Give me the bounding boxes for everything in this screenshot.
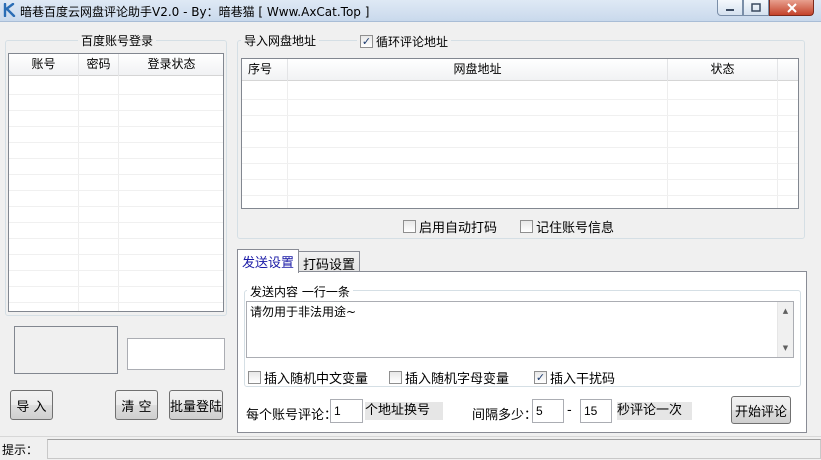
loop-address-label: 循环评论地址 — [376, 35, 449, 49]
import-address-title: 导入网盘地址 — [241, 32, 320, 49]
auto-captcha-label: 启用自动打码 — [419, 221, 498, 236]
column-password[interactable]: 密码 — [79, 54, 119, 76]
status-message-cell — [47, 439, 821, 459]
send-content-textarea[interactable]: 请勿用于非法用途~ — [246, 301, 794, 358]
insert-noise-label: 插入干扰码 — [550, 372, 616, 387]
grid-line — [9, 110, 223, 111]
grid-line — [242, 179, 798, 180]
grid-line — [242, 163, 798, 164]
grid-line — [9, 286, 223, 287]
checkmark-icon: ✓ — [535, 371, 546, 384]
tab-captcha-settings[interactable]: 打码设置 — [298, 251, 361, 273]
column-index[interactable]: 序号 — [242, 59, 288, 81]
account-list-header: 账号 密码 登录状态 — [9, 54, 223, 76]
status-label: 提示： — [2, 443, 39, 457]
scroll-up-icon[interactable]: ▲ — [778, 304, 793, 318]
grid-line — [9, 222, 223, 223]
address-list[interactable]: 序号 网盘地址 状态 — [241, 58, 799, 209]
close-button[interactable] — [769, 0, 814, 16]
interval-min-input[interactable] — [532, 399, 564, 423]
loop-address-check-box[interactable]: ✓ — [360, 35, 373, 48]
title-bar[interactable]: 暗巷百度云网盘评论助手V2.0 - By：暗巷猫 [ Www.AxCat.Top… — [0, 0, 821, 22]
content-scrollbar[interactable]: ▲ ▼ — [777, 302, 793, 357]
grid-line — [9, 270, 223, 271]
interval-label: 间隔多少： — [472, 408, 538, 423]
grid-line — [9, 158, 223, 159]
grid-line — [78, 76, 79, 311]
insert-noise-check-box[interactable]: ✓ — [534, 371, 547, 384]
grid-line — [242, 99, 798, 100]
maximize-icon — [751, 3, 761, 12]
grid-line — [9, 206, 223, 207]
captcha-input[interactable] — [127, 338, 225, 370]
grid-line — [667, 81, 668, 208]
window-title: 暗巷百度云网盘评论助手V2.0 - By：暗巷猫 [ Www.AxCat.Top… — [20, 5, 370, 19]
remember-account-label: 记住账号信息 — [536, 221, 615, 236]
insert-letter-var-check-box[interactable] — [389, 371, 402, 384]
column-status[interactable]: 状态 — [668, 59, 778, 81]
account-login-title: 百度账号登录 — [78, 32, 157, 49]
grid-line — [287, 81, 288, 208]
grid-line — [9, 174, 223, 175]
column-address[interactable]: 网盘地址 — [288, 59, 668, 81]
app-k-icon — [3, 3, 16, 17]
loop-address-checkbox[interactable]: ✓ 循环评论地址 — [357, 33, 452, 50]
grid-line — [9, 254, 223, 255]
insert-letter-var-checkbox[interactable]: 插入随机字母变量 — [389, 368, 509, 387]
tab-send-settings[interactable]: 发送设置 — [237, 249, 300, 273]
status-bar: 提示： — [0, 436, 821, 460]
grid-line — [242, 115, 798, 116]
address-list-header: 序号 网盘地址 状态 — [242, 59, 798, 81]
account-list[interactable]: 账号 密码 登录状态 — [8, 53, 224, 312]
auto-captcha-check-box[interactable] — [403, 220, 416, 233]
per-account-input[interactable] — [330, 399, 363, 423]
remember-account-checkbox[interactable]: 记住账号信息 — [520, 217, 614, 236]
insert-noise-checkbox[interactable]: ✓ 插入干扰码 — [534, 368, 615, 387]
grid-line — [242, 147, 798, 148]
grid-line — [118, 76, 119, 311]
grid-line — [9, 238, 223, 239]
clear-accounts-button[interactable]: 清 空 — [115, 390, 158, 420]
import-accounts-button[interactable]: 导 入 — [10, 390, 53, 420]
column-login-status[interactable]: 登录状态 — [119, 54, 223, 76]
grid-line — [9, 142, 223, 143]
grid-line — [9, 126, 223, 127]
per-account-label: 每个账号评论： — [246, 408, 338, 423]
checkmark-icon: ✓ — [361, 35, 372, 48]
interval-separator: - — [567, 403, 572, 418]
insert-cn-var-checkbox[interactable]: 插入随机中文变量 — [248, 368, 368, 387]
per-account-suffix: 个地址换号 — [365, 402, 443, 420]
insert-letter-var-label: 插入随机字母变量 — [405, 372, 510, 387]
insert-cn-var-label: 插入随机中文变量 — [264, 372, 369, 387]
minimize-icon — [726, 8, 734, 11]
close-icon — [786, 2, 797, 13]
interval-suffix: 秒评论一次 — [617, 402, 692, 420]
send-content-title: 发送内容 一行一条 — [247, 283, 353, 300]
minimize-button[interactable] — [717, 0, 743, 16]
maximize-button[interactable] — [743, 0, 769, 16]
grid-line — [9, 94, 223, 95]
column-account[interactable]: 账号 — [9, 54, 79, 76]
grid-line — [9, 190, 223, 191]
grid-line — [223, 76, 224, 311]
grid-line — [242, 131, 798, 132]
scroll-down-icon[interactable]: ▼ — [778, 341, 793, 355]
send-content-text: 请勿用于非法用途~ — [250, 305, 357, 319]
remember-account-check-box[interactable] — [520, 220, 533, 233]
grid-line — [777, 81, 778, 208]
batch-login-button[interactable]: 批量登陆 — [169, 390, 223, 420]
start-comment-button[interactable]: 开始评论 — [731, 396, 791, 424]
grid-line — [242, 195, 798, 196]
captcha-image — [14, 326, 118, 374]
insert-cn-var-check-box[interactable] — [248, 371, 261, 384]
interval-max-input[interactable] — [580, 399, 612, 423]
auto-captcha-checkbox[interactable]: 启用自动打码 — [403, 217, 497, 236]
grid-line — [9, 302, 223, 303]
